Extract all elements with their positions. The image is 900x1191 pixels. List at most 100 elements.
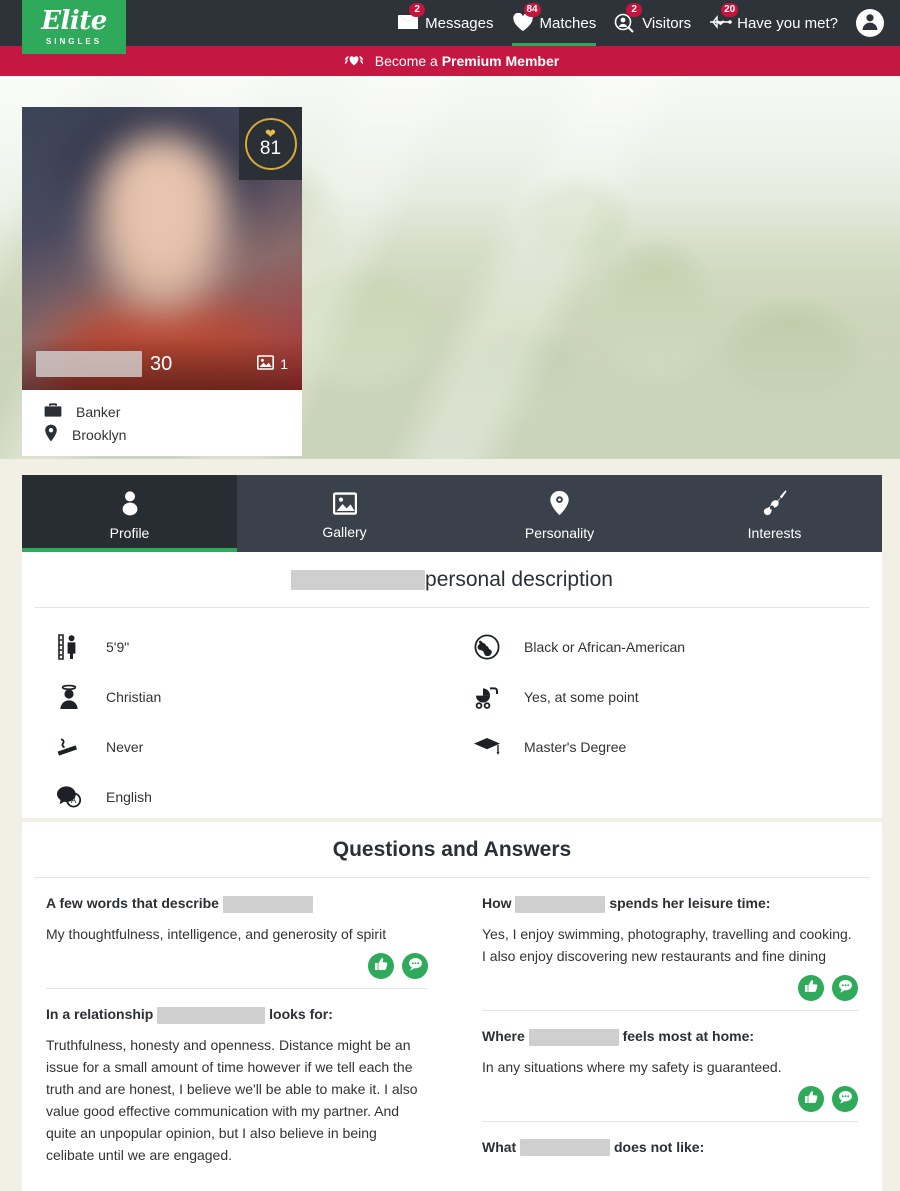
qa-question: Where feels most at home:	[482, 1027, 858, 1046]
profile-name-redacted	[36, 351, 142, 377]
logo-wordmark: Elite	[41, 6, 107, 36]
match-score-value: 81	[259, 138, 282, 159]
nav-label-have-you-met: Have you met?	[737, 14, 838, 32]
attribute-value-religion: Christian	[106, 689, 162, 705]
qa-item: In a relationship looks for: Truthfulnes…	[46, 989, 428, 1166]
nav-item-matches[interactable]: 84 Matches	[511, 0, 597, 46]
qa-question-after: does not like:	[614, 1138, 705, 1155]
profile-name-redacted	[222, 895, 313, 913]
qa-actions	[46, 945, 428, 988]
qa-answer: In any situations where my safety is gua…	[482, 1058, 782, 1075]
tab-profile[interactable]: Profile	[22, 475, 237, 552]
attribute-religion: Christian	[34, 672, 452, 722]
like-answer-button[interactable]	[368, 952, 394, 979]
qa-question-after: looks for:	[269, 1005, 333, 1022]
qa-item: What does not like:	[482, 1122, 858, 1157]
qa-column-left: A few words that describe My thoughtfuln…	[22, 878, 452, 1166]
attribute-smoking: Never	[34, 722, 452, 772]
active-nav-indicator	[511, 43, 597, 46]
thumbs-up-icon	[374, 957, 388, 974]
thumbs-up-icon	[804, 979, 818, 996]
guitar-icon	[762, 490, 788, 519]
comment-answer-button[interactable]	[832, 1085, 858, 1112]
qa-column-right: How spends her leisure time: Yes, I enjo…	[452, 878, 882, 1166]
nav-item-visitors[interactable]: 2 Visitors	[614, 0, 691, 46]
comment-answer-button[interactable]	[402, 952, 428, 979]
account-avatar-button[interactable]	[856, 9, 884, 37]
comment-answer-button[interactable]	[832, 974, 858, 1001]
qa-item: Where feels most at home: In any situati…	[482, 1011, 858, 1122]
image-icon	[257, 355, 275, 373]
laurel-heart-icon	[341, 51, 367, 72]
qa-question-before: In a relationship	[46, 1005, 154, 1022]
tab-label-profile: Profile	[109, 525, 150, 541]
nav-item-have-you-met[interactable]: 20 Have you met?	[709, 0, 838, 46]
premium-member-banner[interactable]: Become a Premium Member	[0, 46, 900, 76]
graduation-cap-icon	[470, 736, 504, 758]
profile-name-redacted	[515, 895, 606, 913]
attribute-value-education: Master's Degree	[524, 739, 627, 755]
nav-item-messages[interactable]: 2 Messages	[397, 0, 494, 46]
messages-badge: 2	[409, 3, 426, 17]
profile-location-row: Brooklyn	[44, 423, 302, 446]
profile-occupation: Banker	[76, 403, 121, 420]
stroller-icon	[470, 685, 504, 709]
panel-title-text: personal description	[425, 568, 613, 591]
attributes-grid: 5'9" Christian Never A English Black or …	[22, 608, 882, 822]
height-ruler-icon	[52, 634, 86, 660]
cigarette-icon	[52, 736, 86, 758]
comment-icon	[838, 979, 853, 996]
qa-item: A few words that describe My thoughtfuln…	[46, 878, 428, 989]
qa-question: A few words that describe	[46, 894, 428, 913]
attribute-value-ethnicity: Black or African-American	[524, 639, 686, 655]
attribute-ethnicity: Black or African-American	[452, 622, 870, 672]
tab-interests[interactable]: Interests	[667, 475, 882, 552]
map-pin-icon	[44, 424, 58, 445]
personality-pin-icon	[549, 490, 570, 519]
personal-description-panel: personal description 5'9" Christian Neve…	[22, 552, 882, 818]
qa-item: How spends her leisure time: Yes, I enjo…	[482, 878, 858, 1011]
like-answer-button[interactable]	[798, 974, 824, 1001]
profile-info-card: Banker Brooklyn	[22, 390, 302, 456]
tab-personality[interactable]: Personality	[452, 475, 667, 552]
nav-items-group: 2 Messages 84 Matches 2 Visitors 20 Have…	[397, 0, 900, 46]
elite-singles-logo[interactable]: Elite SINGLES	[22, 0, 126, 54]
attribute-language: A English	[34, 772, 452, 822]
qa-question-before: What	[482, 1138, 517, 1155]
svg-text:A: A	[71, 796, 77, 805]
attribute-value-smoking: Never	[106, 739, 144, 755]
tab-label-interests: Interests	[747, 525, 802, 541]
premium-banner-strong: Premium Member	[441, 53, 560, 69]
match-score-badge: ❤ 81	[239, 107, 302, 180]
qa-answer: Yes, I enjoy swimming, photography, trav…	[482, 925, 852, 964]
attribute-value-children: Yes, at some point	[524, 689, 639, 705]
panel-title-personal-description: personal description	[34, 552, 870, 608]
profile-hero-cover: ❤ 81 30 1 Banker Brooklyn	[0, 76, 900, 459]
tab-label-gallery: Gallery	[322, 523, 367, 540]
logo-subtitle: SINGLES	[45, 37, 103, 46]
qa-question-before: Where	[482, 1027, 525, 1044]
visitors-badge: 2	[626, 3, 643, 17]
language-bubble-icon: A	[52, 785, 86, 809]
profile-photo[interactable]: ❤ 81 30 1	[22, 107, 302, 390]
image-icon	[332, 491, 357, 518]
comment-icon	[838, 1090, 853, 1107]
attribute-children: Yes, at some point	[452, 672, 870, 722]
profile-name-redacted	[157, 1006, 266, 1024]
like-answer-button[interactable]	[798, 1085, 824, 1112]
qa-actions	[482, 1078, 858, 1121]
profile-name-redacted	[528, 1028, 619, 1046]
globe-icon	[470, 634, 504, 660]
profile-name-redacted	[291, 570, 426, 591]
qa-question: What does not like:	[482, 1138, 858, 1157]
tab-gallery[interactable]: Gallery	[237, 475, 452, 552]
nav-label-matches: Matches	[539, 14, 597, 32]
briefcase-icon	[44, 402, 62, 421]
qa-panel-title: Questions and Answers	[34, 822, 870, 878]
matches-badge: 84	[523, 3, 541, 17]
photo-count[interactable]: 1	[257, 355, 288, 373]
nav-label-messages: Messages	[425, 14, 494, 32]
qa-question-before: How	[482, 895, 512, 911]
profile-name-redacted	[520, 1139, 611, 1157]
attribute-education: Master's Degree	[452, 722, 870, 772]
